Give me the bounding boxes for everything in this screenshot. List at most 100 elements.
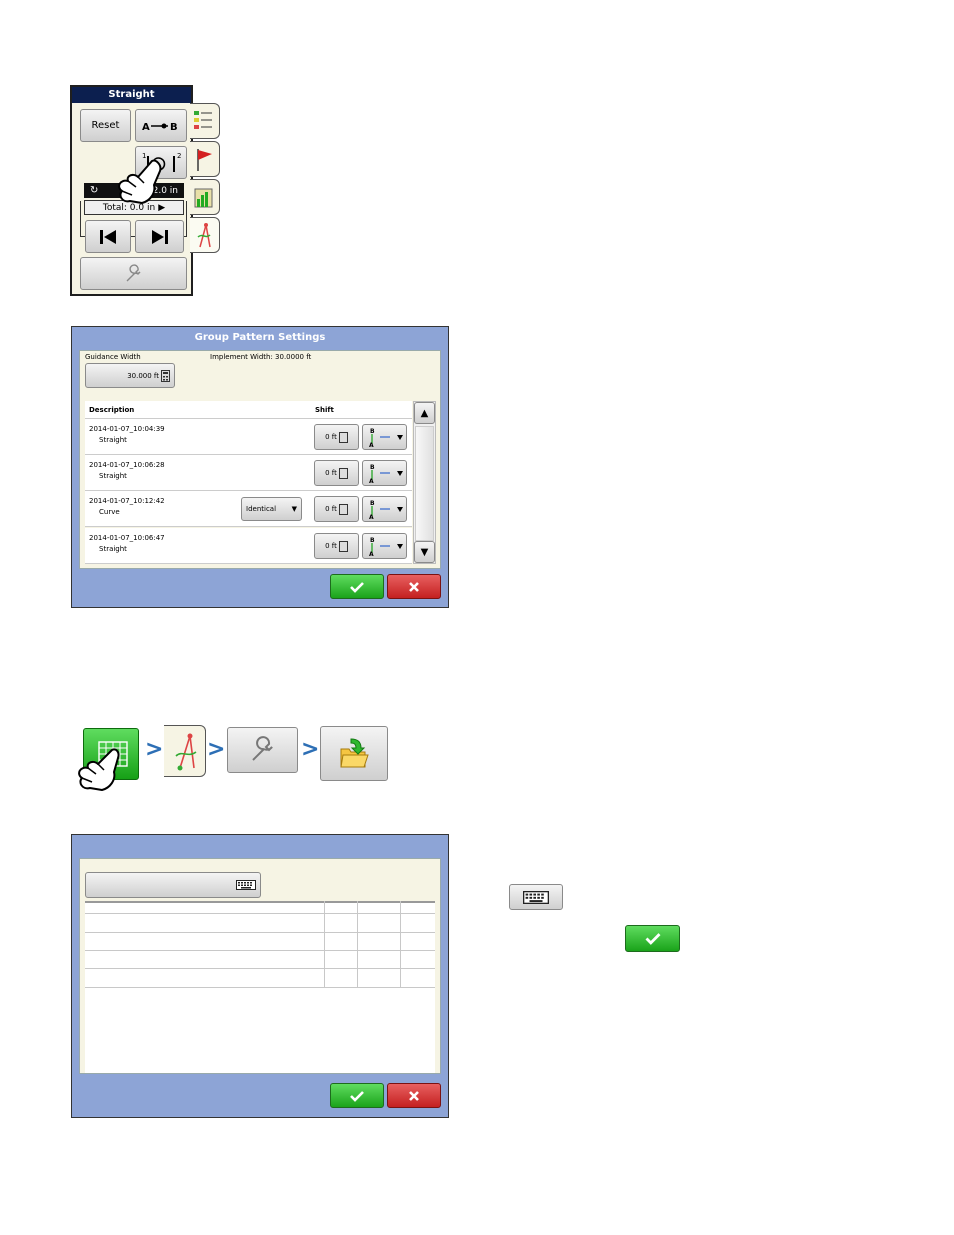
arrow-down-icon: ▼ — [420, 546, 429, 558]
scrollbar[interactable]: ▲ ▼ — [413, 401, 436, 564]
svg-text:2: 2 — [177, 152, 181, 160]
legend-icon — [194, 111, 212, 129]
table-header: Description Shift — [85, 401, 412, 419]
shift-value: 0 ft — [325, 505, 337, 513]
accept-button[interactable] — [330, 1083, 384, 1108]
accept-button[interactable] — [330, 574, 384, 599]
keyboard-icon — [236, 880, 256, 890]
guidance-icon — [197, 223, 211, 248]
check-icon — [350, 581, 364, 593]
dialog-title: Group Pattern Settings — [194, 332, 326, 343]
flow-arrow: > — [301, 737, 320, 762]
scroll-up-button[interactable]: ▲ — [414, 402, 435, 424]
name-input[interactable] — [85, 872, 261, 898]
guidance-width-value: 30.000 ft — [127, 371, 159, 380]
load-pattern-button[interactable] — [320, 726, 388, 781]
row-date: 2014-01-07_10:04:39 — [89, 425, 165, 433]
close-icon — [409, 1090, 419, 1101]
tab-summary[interactable] — [190, 179, 220, 215]
svg-text:B: B — [370, 500, 375, 507]
tab-legend[interactable] — [190, 103, 220, 139]
svg-text:B: B — [370, 464, 375, 471]
row-type: Curve — [99, 508, 120, 516]
row-type: Straight — [99, 436, 127, 444]
previous-line-button[interactable] — [85, 220, 131, 253]
shift-input[interactable]: 0 ft — [314, 533, 359, 559]
skip-forward-icon — [151, 229, 168, 244]
straight-guidance-panel: Straight Reset A B 1 2 ↻ 2.0 in Total: 0… — [70, 85, 193, 296]
pattern-ab-icon: B A — [369, 464, 403, 484]
row-date: 2014-01-07_10:06:28 — [89, 461, 165, 469]
svg-text:B: B — [370, 428, 375, 435]
row-type: Straight — [99, 472, 127, 480]
svg-text:A: A — [369, 551, 374, 557]
table-row[interactable]: 2014-01-07_10:04:39 Straight 0 ft B A — [85, 419, 412, 455]
guidance-width-input[interactable]: 30.000 ft — [85, 363, 175, 388]
cancel-button[interactable] — [387, 574, 441, 599]
row-date: 2014-01-07_10:12:42 — [89, 497, 165, 505]
pattern-select[interactable]: B A — [362, 533, 407, 559]
flag-icon — [197, 149, 212, 171]
curve-mode-dropdown[interactable]: Identical ▼ — [241, 497, 302, 521]
calculator-icon — [338, 503, 348, 515]
next-line-button[interactable] — [135, 220, 184, 253]
settings-wrench-button[interactable] — [227, 727, 298, 773]
check-icon — [645, 933, 660, 945]
table-row[interactable]: 2014-01-07_10:12:42 Curve Identical ▼ 0 ft… — [85, 491, 412, 527]
refresh-icon: ↻ — [90, 185, 99, 196]
scroll-down-button[interactable]: ▼ — [414, 541, 435, 563]
shift-input[interactable]: 0 ft — [314, 424, 359, 450]
guidance-icon — [175, 733, 197, 771]
pattern-select[interactable]: B A — [362, 460, 407, 486]
arrow-up-icon: ▲ — [420, 407, 429, 419]
svg-text:A: A — [369, 514, 374, 520]
column-description: Description — [89, 406, 135, 414]
tab-guidance[interactable] — [190, 217, 220, 253]
calculator-icon — [338, 431, 348, 443]
svg-text:A: A — [142, 122, 150, 133]
keyboard-icon — [523, 890, 549, 904]
calculator-icon — [161, 369, 170, 382]
shift-input[interactable]: 0 ft — [314, 460, 359, 486]
tab-markers[interactable] — [190, 141, 220, 177]
table-row[interactable]: 2014-01-07_10:06:28 Straight 0 ft B A — [85, 455, 412, 491]
bar-chart-icon — [194, 188, 213, 208]
column-shift: Shift — [315, 406, 334, 414]
shift-value: 0 ft — [325, 542, 337, 550]
pointing-hand-icon — [118, 159, 162, 204]
pattern-select[interactable]: B A — [362, 496, 407, 522]
guidance-tab-button[interactable] — [164, 725, 206, 777]
shift-value: 0 ft — [325, 469, 337, 477]
dropdown-arrow-icon: ▼ — [291, 505, 297, 513]
ab-line-button[interactable]: A B — [135, 109, 187, 142]
pattern-ab-icon: B A — [369, 537, 403, 557]
shift-input[interactable]: 0 ft — [314, 496, 359, 522]
pattern-ab-icon: B A — [369, 428, 403, 448]
svg-text:A: A — [369, 442, 374, 448]
row-date: 2014-01-07_10:06:47 — [89, 534, 165, 542]
svg-text:A: A — [369, 478, 374, 484]
svg-text:B: B — [370, 537, 375, 544]
wrench-icon — [251, 736, 273, 761]
skip-back-icon — [100, 229, 116, 244]
guidance-width-label: Guidance Width — [85, 353, 141, 361]
table-row[interactable]: 2014-01-07_10:06:47 Straight 0 ft B A — [85, 528, 412, 564]
pattern-list-empty-area — [85, 988, 435, 1073]
row-type: Straight — [99, 545, 127, 553]
cancel-button[interactable] — [387, 1083, 441, 1108]
flow-arrow: > — [207, 737, 226, 762]
folder-import-icon — [340, 737, 369, 767]
pattern-list[interactable] — [85, 901, 435, 988]
pattern-ab-icon: B A — [369, 500, 403, 520]
calculator-icon — [338, 540, 348, 552]
reset-button[interactable]: Reset — [80, 109, 131, 142]
dropdown-value: Identical — [246, 505, 277, 513]
pointing-hand-icon — [78, 748, 120, 791]
settings-wrench-button[interactable] — [80, 257, 187, 290]
scroll-thumb[interactable] — [415, 426, 434, 541]
keyboard-button — [509, 884, 563, 910]
panel-title: Straight — [72, 87, 191, 103]
flow-arrow: > — [145, 737, 164, 762]
check-icon — [350, 1090, 364, 1102]
pattern-select[interactable]: B A — [362, 424, 407, 450]
